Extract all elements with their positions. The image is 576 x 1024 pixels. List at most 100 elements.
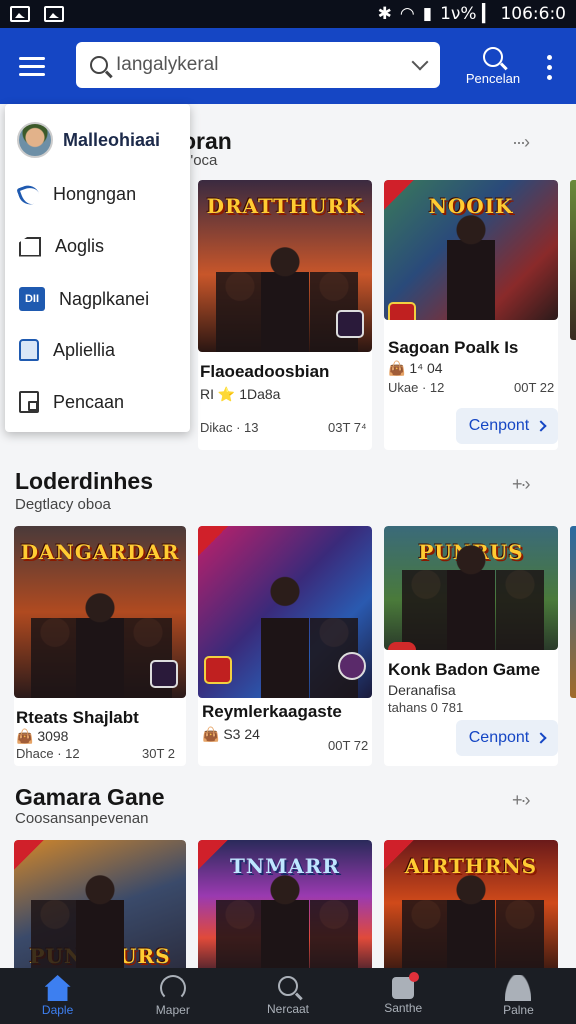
search-icon [278,976,298,996]
game-thumbnail [198,526,372,698]
card-rating: 👜 S3 24 [202,726,260,742]
drawer-item-hongngan[interactable]: Hongngan [16,181,137,208]
search-icon [90,56,108,74]
user-name: Malleohiaai [63,129,161,150]
chevron-right-icon [535,732,547,744]
signal-icon: ▮ [422,4,433,24]
card-title: Sagoan Poalk Is [388,338,519,357]
live-badge [388,642,416,650]
drawer-header[interactable]: Malleohiaai [17,122,160,158]
search-input[interactable] [116,54,414,76]
wifi-icon: ◠ [399,4,415,24]
card-title: Konk Badon Game [388,660,541,679]
section-title: Gamara Gane [15,784,165,810]
section-subtitle: Coosansanpevenan [15,810,149,827]
nav-home[interactable]: Daple [0,968,115,1024]
next-card-peek [570,180,576,340]
nav-store[interactable]: Santhe [346,968,461,1024]
more-options-button[interactable] [536,52,562,82]
menu-button[interactable] [0,28,64,104]
camera-icon [44,6,64,22]
game-badge-icon [336,310,364,338]
game-thumbnail: PUNTHURS [14,840,186,968]
phone-icon [16,181,42,208]
game-card[interactable]: TNMARR [198,840,372,968]
nav-label: Maper [155,1003,190,1017]
card-meta: Ukae · 12 [388,380,445,395]
game-thumbnail: TNMARR [198,840,372,968]
card-title: Rteats Shajlabt [16,708,139,727]
status-right: ✱ ◠ ▮ 1ν% ▎ 106:6:0 [378,4,566,24]
card-count: 00T 22 [514,380,555,395]
drawer-item-pencaan[interactable]: Pencaan [19,391,124,413]
drawer-item-aoglis[interactable]: Aoglis [19,236,104,257]
card-meta: tahans 0 781 [388,700,464,715]
drawer-item-apliellia[interactable]: Apliellia [19,339,115,361]
bag-icon [19,339,39,361]
chevron-right-icon [535,420,547,432]
nav-search[interactable]: Nercaat [230,968,345,1024]
search-box[interactable] [76,42,440,88]
game-thumbnail: DANGARDAR [14,526,186,698]
status-left [10,6,64,22]
card-count: 30T 2 [142,746,176,761]
status-bar: ✱ ◠ ▮ 1ν% ▎ 106:6:0 [0,0,576,28]
store-icon [392,972,420,999]
see-more-link[interactable]: +·› [512,790,530,811]
card-subtitle: Deranafisa [388,682,456,698]
search-button[interactable]: Pencelan [458,28,528,104]
box-icon [19,391,39,413]
bottom-nav: Daple Maper Nercaat Santhe Palne [0,968,576,1024]
card-count: 03T 7⁴ [328,420,367,435]
thumbnail-title: DRATTHURK [206,194,364,218]
nav-label: Daple [41,1003,74,1017]
card-rating: 👜 1⁴ 04 [388,360,443,376]
ribbon-icon [14,840,44,870]
notification-dot [409,972,420,982]
app-bar: Pencelan [0,28,576,104]
game-badge-icon [338,652,366,680]
card-meta: Dikac · 13 [200,420,259,435]
person-icon [505,975,532,1001]
tag-icon [19,236,41,257]
game-card[interactable]: PUNTHURS [14,840,186,968]
game-thumbnail: PUNRUS [384,526,558,650]
game-badge-icon [204,656,232,684]
more-vert-icon [546,54,552,60]
game-card[interactable]: DANGARDAR Rteats Shajlabt 👜 3098 Dhace ·… [14,526,186,766]
nav-profile[interactable]: Palne [461,968,576,1024]
app-icon: DII [19,287,45,311]
game-badge-icon [388,302,416,320]
see-more-link[interactable]: +·› [512,474,530,495]
chevron-down-icon[interactable] [411,53,429,71]
get-button[interactable]: Cenpont [456,720,558,756]
card-count: 00T 72 [328,738,369,753]
get-button[interactable]: Cenpont [456,408,558,444]
game-card[interactable]: Reymlerkaagaste 👜 S3 24 00T 72 [198,526,372,766]
drawer-item-nagplkanei[interactable]: DII Nagplkanei [19,287,149,311]
nav-label: Santhe [384,1001,423,1015]
menu-icon [19,56,45,60]
get-button-label: Cenpont [468,417,530,434]
card-rating: 👜 3098 [16,728,69,744]
see-more-link[interactable]: ···› [512,132,530,153]
card-meta: Dhace · 12 [16,746,80,761]
game-thumbnail: AIRTHRNS [384,840,558,968]
game-card[interactable]: AIRTHRNS [384,840,558,968]
nav-maper[interactable]: Maper [115,968,230,1024]
card-title: Flaoeadoosbian [200,362,330,381]
card-rating: RI ⭐ 1Da8a [200,386,281,402]
card-title: Reymlerkaagaste [202,702,342,721]
next-card-peek [570,526,576,698]
thumbnail-title: DANGARDAR [20,540,180,564]
drawer-item-label: Pencaan [53,391,125,412]
bluetooth-icon: ✱ [377,4,392,24]
gallery-icon [10,6,30,22]
nav-label: Palne [503,1003,534,1017]
game-card[interactable]: DRATTHURK Flaoeadoosbian RI ⭐ 1Da8a Dika… [198,180,372,450]
game-badge-icon [150,660,178,688]
section-games: Gamara Gane Coosansanpevenan +·› PUNTHUR… [0,774,576,968]
section-leaderboards: Loderdinhes Degtlacy oboa +·› DANGARDAR … [0,454,576,774]
drawer-item-label: Hongngan [53,184,137,204]
status-time: 1ν% ▎ 106:6:0 [440,4,566,24]
